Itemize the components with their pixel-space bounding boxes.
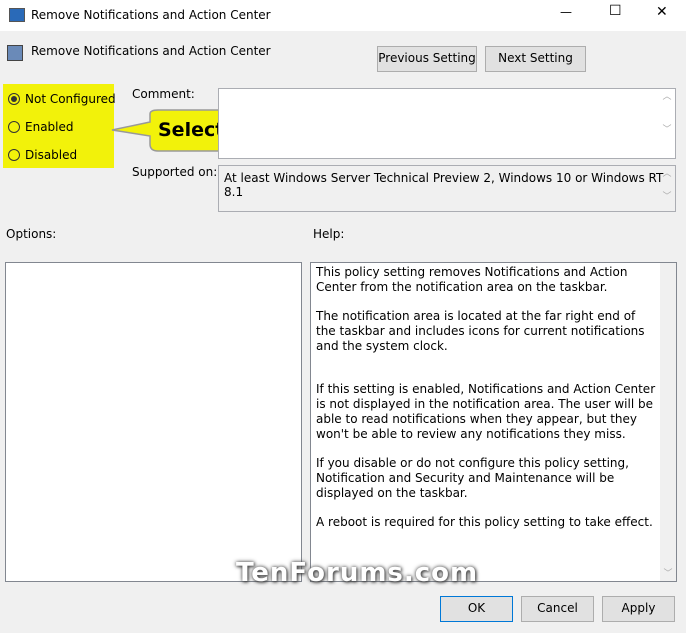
options-label: Options: — [6, 227, 57, 241]
apply-button[interactable]: Apply — [602, 596, 675, 622]
radio-label: Enabled — [25, 120, 74, 134]
radio-disabled[interactable]: Disabled — [8, 148, 77, 162]
callout-text: Select — [158, 119, 225, 141]
help-paragraph: If you disable or do not configure this … — [316, 456, 629, 500]
radio-icon — [8, 149, 20, 161]
watermark: TenForums.com — [236, 558, 479, 588]
maximize-button[interactable]: ☐ — [609, 3, 622, 19]
minimize-button[interactable]: — — [560, 5, 572, 19]
comment-label: Comment: — [132, 87, 195, 101]
supported-field: At least Windows Server Technical Previe… — [218, 165, 676, 212]
policy-title: Remove Notifications and Action Center — [31, 44, 271, 58]
help-paragraph: If this setting is enabled, Notification… — [316, 382, 656, 441]
radio-not-configured[interactable]: Not Configured — [8, 92, 116, 106]
window-title: Remove Notifications and Action Center — [31, 8, 271, 22]
next-setting-button[interactable]: Next Setting — [485, 46, 586, 72]
supported-label: Supported on: — [132, 165, 218, 179]
radio-label: Not Configured — [25, 92, 116, 106]
scrollbar[interactable]: ﹀ — [660, 263, 676, 581]
app-icon — [9, 8, 25, 22]
scrollbar[interactable]: ︿ ﹀ — [659, 89, 675, 158]
ok-button[interactable]: OK — [440, 596, 513, 622]
radio-icon — [8, 121, 20, 133]
comment-input[interactable]: ︿ ﹀ — [218, 88, 676, 159]
cancel-button[interactable]: Cancel — [521, 596, 594, 622]
scrollbar[interactable]: ︿ ﹀ — [659, 166, 675, 211]
help-paragraph: The notification area is located at the … — [316, 309, 645, 353]
help-label: Help: — [313, 227, 345, 241]
help-paragraph: A reboot is required for this policy set… — [316, 515, 653, 529]
help-paragraph: This policy setting removes Notification… — [316, 265, 628, 294]
options-panel — [5, 262, 302, 582]
previous-setting-button[interactable]: Previous Setting — [377, 46, 477, 72]
help-panel: This policy setting removes Notification… — [310, 262, 677, 582]
close-button[interactable]: ✕ — [656, 4, 668, 20]
radio-checked-icon — [8, 93, 20, 105]
radio-label: Disabled — [25, 148, 78, 162]
title-bar: Remove Notifications and Action Center —… — [0, 0, 686, 31]
radio-enabled[interactable]: Enabled — [8, 120, 74, 134]
supported-value: At least Windows Server Technical Previe… — [224, 171, 664, 199]
policy-icon — [7, 45, 23, 61]
